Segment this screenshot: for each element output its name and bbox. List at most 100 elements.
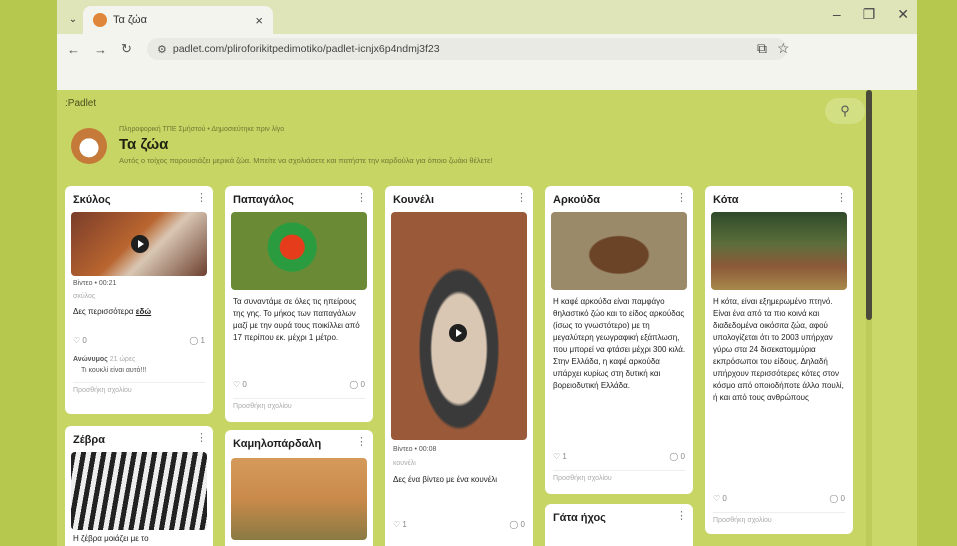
add-comment-field[interactable]: Προσθήκη σχολίου xyxy=(233,398,365,410)
post-parrot[interactable]: Παπαγάλος ⋮ Τα συναντάμε σε όλες τις ηπε… xyxy=(225,186,373,422)
post-title: Αρκούδα xyxy=(553,194,601,206)
comment-text: Τι κουκλί είναι αυτό!!! xyxy=(81,367,147,374)
post-menu-icon[interactable]: ⋮ xyxy=(196,431,207,444)
post-title: Γάτα ήχος xyxy=(553,512,606,524)
post-rabbit[interactable]: Κουνέλι ⋮ Βίντεο • 00:08 κουνέλι Δες ένα… xyxy=(385,186,533,546)
like-button[interactable]: ♡ 0 xyxy=(73,336,87,345)
post-body: Δες περισσότερα εδώ xyxy=(73,306,207,318)
like-button[interactable]: ♡ 1 xyxy=(553,452,567,461)
post-menu-icon[interactable]: ⋮ xyxy=(676,509,687,522)
forward-icon[interactable]: → xyxy=(94,42,107,57)
commenter-name: Ανώνυμος xyxy=(73,356,108,363)
site-info-icon[interactable]: ⚙ xyxy=(157,43,167,56)
padlet-logo[interactable]: :Padlet xyxy=(65,98,96,109)
board-avatar xyxy=(71,128,107,164)
like-count: 1 xyxy=(402,520,407,529)
add-comment-field[interactable]: Προσθήκη σχολίου xyxy=(713,512,845,524)
screen: ⌄ Τα ζώα × – ❐ ✕ ← → ↻ ⚙ padlet.com/plir… xyxy=(0,0,957,546)
post-reactions: ♡ 0 ◯ 0 xyxy=(233,380,365,389)
comment-author: Ανώνυμος 21 ώρες xyxy=(73,356,135,363)
post-dog[interactable]: Σκύλος ⋮ Βίντεο • 00:21 σκύλος Δες περισ… xyxy=(65,186,213,414)
bookmark-star-icon[interactable]: ☆ xyxy=(777,40,790,57)
like-count: 1 xyxy=(562,452,567,461)
board-title: Τα ζώα xyxy=(119,136,169,153)
post-menu-icon[interactable]: ⋮ xyxy=(356,435,367,448)
close-icon[interactable]: ✕ xyxy=(897,6,909,23)
post-reactions: ♡ 0 ◯ 0 xyxy=(713,494,845,503)
post-menu-icon[interactable]: ⋮ xyxy=(676,191,687,204)
desktop-margin-right xyxy=(917,0,957,546)
play-icon[interactable] xyxy=(131,235,149,253)
add-comment-field[interactable]: Προσθήκη σχολίου xyxy=(553,470,685,482)
comment-count: 0 xyxy=(680,452,685,461)
post-menu-icon[interactable]: ⋮ xyxy=(196,191,207,204)
like-count: 0 xyxy=(242,380,247,389)
play-icon[interactable] xyxy=(449,324,467,342)
scrollbar-thumb[interactable] xyxy=(866,90,872,320)
comment-button[interactable]: ◯ 0 xyxy=(509,520,525,529)
install-icon[interactable]: ⧉ xyxy=(757,40,767,57)
comment-button[interactable]: ◯ 0 xyxy=(349,380,365,389)
address-bar[interactable]: ⚙ padlet.com/pliroforikitpedimotiko/padl… xyxy=(147,38,787,60)
giraffe-image[interactable] xyxy=(231,458,367,540)
search-icon: ⚲ xyxy=(840,103,850,118)
address-bar-actions: ⧉ ☆ xyxy=(757,40,790,57)
like-count: 0 xyxy=(82,336,87,345)
restore-icon[interactable]: ❐ xyxy=(863,6,876,23)
like-button[interactable]: ♡ 1 xyxy=(393,520,407,529)
minimize-icon[interactable]: – xyxy=(833,6,841,23)
post-hen[interactable]: Κότα ⋮ Η κότα, είναι εξημερωμένο πτηνό. … xyxy=(705,186,853,534)
post-text: Η καφέ αρκούδα είναι παμφάγο θηλαστικό ζ… xyxy=(553,297,686,390)
comment-button[interactable]: ◯ 1 xyxy=(189,336,205,345)
comment-count: 0 xyxy=(840,494,845,503)
tab-active[interactable]: Τα ζώα × xyxy=(83,6,273,34)
video-meta: Βίντεο • 00:08 xyxy=(393,446,437,453)
post-title: Ζέβρα xyxy=(73,434,105,446)
add-comment-field[interactable]: Προσθήκη σχολίου xyxy=(73,382,205,394)
like-count: 0 xyxy=(722,494,727,503)
tab-search-icon[interactable]: ⌄ xyxy=(65,11,81,27)
post-title: Κότα xyxy=(713,194,739,206)
comment-button[interactable]: ◯ 0 xyxy=(669,452,685,461)
video-caption: σκύλος xyxy=(73,293,96,300)
back-icon[interactable]: ← xyxy=(67,42,80,57)
tab-close-icon[interactable]: × xyxy=(255,13,263,28)
search-button[interactable]: ⚲ xyxy=(825,98,865,124)
like-button[interactable]: ♡ 0 xyxy=(713,494,727,503)
post-text: Δες ένα βίντεο με ένα κουνέλι xyxy=(393,475,498,484)
comment-button[interactable]: ◯ 0 xyxy=(829,494,845,503)
board-description: Αυτός ο τοίχος παρουσιάζει μερικά ζώα. Μ… xyxy=(119,156,493,165)
post-title: Σκύλος xyxy=(73,194,111,206)
post-bear[interactable]: Αρκούδα ⋮ Η καφέ αρκούδα είναι παμφάγο θ… xyxy=(545,186,693,494)
bear-image[interactable] xyxy=(551,212,687,290)
board-author: Πληροφορική ΤΠΕ Σμήστού • Δημοσιεύτηκε π… xyxy=(119,126,285,133)
post-text: Η ζέβρα μοιάζει με το xyxy=(73,534,149,543)
post-zebra[interactable]: Ζέβρα ⋮ Η ζέβρα μοιάζει με το xyxy=(65,426,213,546)
zebra-image[interactable] xyxy=(71,452,207,530)
comment-count: 0 xyxy=(360,380,365,389)
tab-title: Τα ζώα xyxy=(113,14,147,26)
hen-image[interactable] xyxy=(711,212,847,290)
parrot-image[interactable] xyxy=(231,212,367,290)
post-reactions: ♡ 1 ◯ 0 xyxy=(393,520,525,529)
desktop-margin-left xyxy=(0,0,57,546)
post-menu-icon[interactable]: ⋮ xyxy=(356,191,367,204)
post-giraffe[interactable]: Καμηλοπάρδαλη ⋮ xyxy=(225,430,373,546)
post-text: Η κότα, είναι εξημερωμένο πτηνό. Είναι έ… xyxy=(713,297,844,402)
post-title: Καμηλοπάρδαλη xyxy=(233,438,322,450)
video-caption: κουνέλι xyxy=(393,460,416,467)
post-text: Δες περισσότερα xyxy=(73,307,134,316)
post-reactions: ♡ 1 ◯ 0 xyxy=(553,452,685,461)
comment-count: 1 xyxy=(200,336,205,345)
post-text: Τα συναντάμε σε όλες τις ηπείρους της γη… xyxy=(233,297,360,342)
post-cat[interactable]: Γάτα ήχος ⋮ xyxy=(545,504,693,546)
post-link[interactable]: εδώ xyxy=(136,307,151,316)
video-meta: Βίντεο • 00:21 xyxy=(73,280,117,287)
like-button[interactable]: ♡ 0 xyxy=(233,380,247,389)
padlet-board: :Padlet ⚲ Πληροφορική ΤΠΕ Σμήστού • Δημο… xyxy=(57,90,869,546)
favicon-icon xyxy=(93,13,107,27)
reload-icon[interactable]: ↻ xyxy=(121,41,132,57)
post-menu-icon[interactable]: ⋮ xyxy=(516,191,527,204)
comment-count: 0 xyxy=(520,520,525,529)
post-menu-icon[interactable]: ⋮ xyxy=(836,191,847,204)
